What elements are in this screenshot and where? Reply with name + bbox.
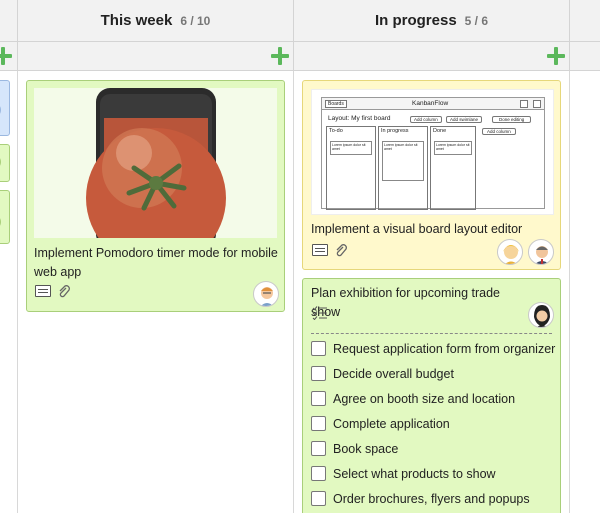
checklist-item[interactable]: Select what products to show: [311, 466, 496, 481]
checkbox[interactable]: [311, 491, 326, 506]
mock-column: Done Lorem ipsum dolor sit amet: [430, 126, 476, 210]
add-task-icon[interactable]: [0, 47, 12, 65]
bell-icon: [520, 100, 528, 108]
partial-card[interactable]: [0, 144, 10, 182]
task-card-layout-editor[interactable]: Boards KanbanFlow Layout: My first board…: [302, 80, 561, 270]
add-task-icon[interactable]: [547, 47, 565, 65]
avatar: [0, 103, 1, 117]
mock-card: Lorem ipsum dolor sit amet: [382, 141, 424, 181]
checkbox[interactable]: [311, 441, 326, 456]
card-title: Implement Pomodoro timer mode for mobile…: [34, 246, 278, 279]
card-icons: [312, 243, 348, 257]
mock-done-editing: Done editing: [492, 116, 532, 123]
mock-column-title: To-do: [329, 128, 343, 134]
add-row-in-progress: [294, 42, 570, 71]
kanban-board: This week 6 / 10 In progress 5 / 6 Imple…: [0, 0, 600, 513]
checkbox[interactable]: [311, 466, 326, 481]
add-task-icon[interactable]: [271, 47, 289, 65]
add-row-this-week: [18, 42, 294, 71]
checklist-item[interactable]: Request application form from organizer: [311, 341, 555, 356]
mock-column: To-do Lorem ipsum dolor sit amet: [326, 126, 376, 210]
checklist-item[interactable]: Book space: [311, 441, 398, 456]
checklist-item-label: Book space: [333, 441, 399, 456]
avatar[interactable]: [253, 281, 279, 307]
mock-card: Lorem ipsum dolor sit amet: [434, 141, 472, 155]
column-count: 5 / 6: [464, 13, 489, 28]
user-icon: [533, 100, 541, 108]
avatar[interactable]: [528, 239, 554, 265]
checkbox[interactable]: [311, 391, 326, 406]
avatar[interactable]: [528, 302, 554, 328]
checklist-item-label: Agree on booth size and location: [333, 391, 516, 406]
card-image-phone: [34, 88, 277, 238]
add-row-right: [570, 42, 600, 71]
checklist-item[interactable]: Complete application: [311, 416, 450, 431]
mock-card: Lorem ipsum dolor sit amet: [330, 141, 372, 155]
column-header-in-progress[interactable]: In progress 5 / 6: [294, 0, 570, 42]
description-icon: [312, 244, 328, 256]
column-header-left: [0, 0, 18, 42]
mock-layout-label: Layout: My first board: [328, 115, 391, 122]
checklist-item-label: Request application form from organizer: [333, 341, 556, 356]
mock-column: In progress Lorem ipsum dolor sit amet: [378, 126, 428, 210]
attachment-icon: [59, 285, 70, 298]
phone-tomato-image: [86, 88, 226, 238]
task-card-pomodoro[interactable]: Implement Pomodoro timer mode for mobile…: [26, 80, 285, 312]
checklist-item[interactable]: Agree on booth size and location: [311, 391, 515, 406]
mock-add-swimlane: Add swimlane: [446, 116, 483, 123]
checkbox[interactable]: [311, 341, 326, 356]
checkbox[interactable]: [311, 416, 326, 431]
checklist-item-label: Complete application: [333, 416, 450, 431]
avatar: [0, 215, 1, 229]
description-icon: [35, 285, 51, 297]
column-count: 6 / 10: [180, 13, 211, 28]
mock-add-column: Add column: [410, 116, 442, 123]
card-image-layout-mock: Boards KanbanFlow Layout: My first board…: [311, 89, 554, 215]
checklist-item[interactable]: Decide overall budget: [311, 366, 454, 381]
mock-column-title: In progress: [381, 128, 409, 134]
mock-topbar: Boards KanbanFlow: [322, 98, 544, 110]
column-left-partial: [0, 0, 18, 513]
mock-add-column: Add column: [482, 128, 516, 135]
checklist-item[interactable]: Order brochures, flyers and popups: [311, 491, 530, 506]
checklist-item-label: Select what products to show: [333, 466, 496, 481]
column-title: This week: [100, 12, 173, 29]
mock-column-title: Done: [433, 128, 447, 134]
checklist-divider: [311, 333, 552, 334]
add-row-left: [0, 42, 18, 71]
column-right-partial: [570, 0, 600, 513]
avatar[interactable]: [497, 239, 523, 265]
column-header-right: [570, 0, 600, 42]
checkbox[interactable]: [311, 366, 326, 381]
layout-mock: Boards KanbanFlow Layout: My first board…: [321, 97, 545, 210]
task-card-exhibition[interactable]: Plan exhibition for upcoming trade show …: [302, 278, 561, 513]
card-title: Plan exhibition for upcoming trade show: [311, 286, 501, 319]
checklist-item-label: Decide overall budget: [333, 366, 454, 381]
mock-boards-button: Boards: [325, 100, 347, 108]
attachment-icon: [336, 244, 347, 257]
mock-app-title: KanbanFlow: [412, 100, 449, 107]
column-header-this-week[interactable]: This week 6 / 10: [18, 0, 294, 42]
partial-card[interactable]: [0, 190, 10, 244]
avatar: [0, 155, 1, 169]
card-icons: [35, 284, 71, 298]
column-title: In progress: [374, 12, 457, 29]
partial-card[interactable]: [0, 80, 10, 136]
checklist-item-label: Order brochures, flyers and popups: [333, 491, 530, 506]
checklist-icon: [312, 306, 327, 320]
card-title: Implement a visual board layout editor: [311, 222, 523, 236]
